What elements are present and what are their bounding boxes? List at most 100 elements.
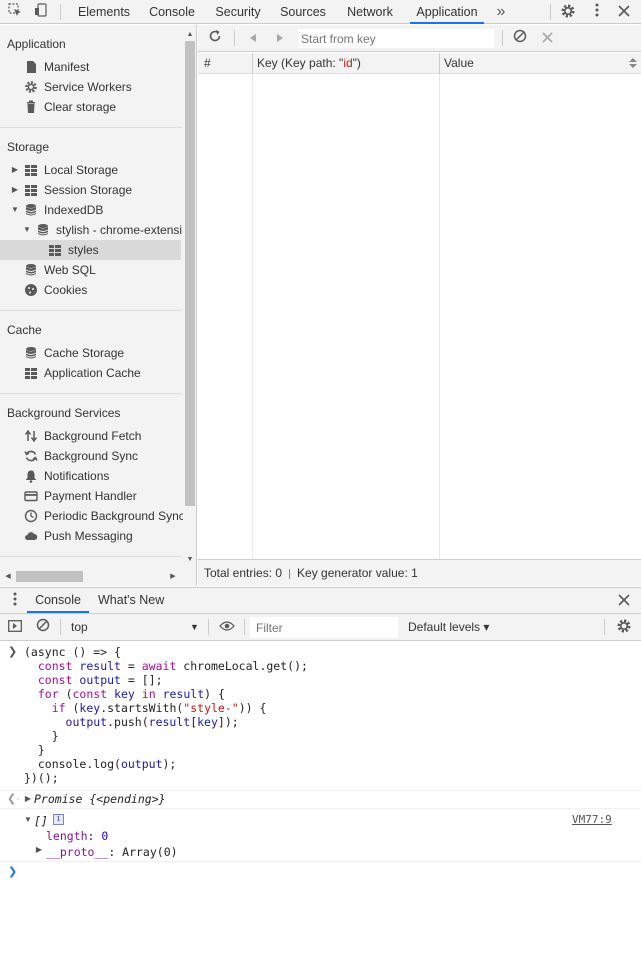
clear-object-store-icon[interactable] xyxy=(511,29,529,47)
sidebar-item-local-storage[interactable]: Local Storage xyxy=(24,160,118,180)
sidebar-item-cache-storage[interactable]: Cache Storage xyxy=(24,343,124,363)
column-divider[interactable] xyxy=(252,53,253,74)
sidebar-item-periodic-background-sync[interactable]: Periodic Background Sync xyxy=(24,506,185,526)
tab-sources[interactable]: Sources xyxy=(274,0,332,24)
code-line: for (const key in result) { xyxy=(37,687,225,701)
sidebar-item-background-sync[interactable]: Background Sync xyxy=(24,446,138,466)
show-sidebar-icon[interactable] xyxy=(6,618,24,636)
sidebar-item-session-storage[interactable]: Session Storage xyxy=(24,180,132,200)
tab-security[interactable]: Security xyxy=(208,0,268,24)
sidebar-vertical-scroll-thumb[interactable] xyxy=(185,41,195,506)
section-divider xyxy=(0,310,182,311)
credit-card-icon xyxy=(24,489,38,503)
sidebar-item-background-fetch[interactable]: Background Fetch xyxy=(24,426,141,446)
close-devtools-icon[interactable] xyxy=(615,3,633,21)
code-line: const result = await chromeLocal.get(); xyxy=(37,659,308,673)
database-icon xyxy=(24,203,38,217)
dropdown-arrow-icon: ▼ xyxy=(190,622,199,632)
refresh-icon[interactable] xyxy=(206,29,224,47)
expand-arrow-icon[interactable]: ▶ xyxy=(11,180,19,200)
data-grid-header: # Key (Key path: "id") Value xyxy=(198,53,641,74)
drawer-tabbar: Console What's New xyxy=(0,587,641,614)
sidebar-item-indexeddb[interactable]: IndexedDB xyxy=(24,200,103,220)
column-header-value[interactable]: Value xyxy=(444,53,474,74)
toolbar-divider xyxy=(502,30,503,46)
scroll-right-arrow-icon[interactable]: ▶ xyxy=(169,567,177,586)
next-page-icon[interactable] xyxy=(271,29,289,47)
grid-table-icon xyxy=(24,183,38,197)
console-output[interactable]: ❯ (async () => { const result = await ch… xyxy=(0,641,641,967)
execution-context-select[interactable]: top ▼ xyxy=(64,617,204,637)
code-line: } xyxy=(37,743,45,757)
inspect-element-icon[interactable] xyxy=(6,3,24,21)
scroll-up-arrow-icon[interactable]: ▲ xyxy=(186,25,194,45)
eye-icon[interactable] xyxy=(218,618,236,636)
sidebar-item-notifications[interactable]: Notifications xyxy=(24,466,109,486)
drawer-menu-icon[interactable] xyxy=(6,592,24,610)
drawer-tab-console[interactable]: Console xyxy=(27,588,89,613)
collapse-arrow-icon[interactable]: ▼ xyxy=(11,200,19,220)
previous-page-icon[interactable] xyxy=(244,29,262,47)
close-drawer-icon[interactable] xyxy=(615,592,633,610)
sidebar-item-styles-store[interactable]: styles xyxy=(0,240,181,260)
sidebar-item-application-cache[interactable]: Application Cache xyxy=(24,363,141,383)
section-divider xyxy=(0,393,182,394)
sort-arrows-icon[interactable] xyxy=(624,55,641,73)
promise-result[interactable]: Promise {<pending>} xyxy=(34,792,166,806)
sync-icon xyxy=(24,449,38,463)
array-proto-property[interactable]: __proto__: Array(0) xyxy=(46,845,178,859)
grid-table-icon xyxy=(24,163,38,177)
settings-gear-icon[interactable] xyxy=(559,3,577,21)
delete-selected-icon[interactable] xyxy=(538,29,556,47)
column-divider[interactable] xyxy=(439,53,440,74)
sidebar-item-clear-storage[interactable]: Clear storage xyxy=(24,97,116,117)
code-line: output.push(result[key]); xyxy=(65,715,239,729)
collapse-arrow-icon[interactable]: ▼ xyxy=(24,810,32,830)
kebab-menu-icon[interactable] xyxy=(588,3,606,21)
info-badge-icon[interactable]: i xyxy=(53,814,64,825)
source-location-link[interactable]: VM77:9 xyxy=(572,813,612,826)
drawer-tab-whats-new[interactable]: What's New xyxy=(98,588,164,613)
tab-elements[interactable]: Elements xyxy=(72,0,136,24)
tab-console[interactable]: Console xyxy=(141,0,203,24)
database-icon xyxy=(24,346,38,360)
more-tabs-icon[interactable]: » xyxy=(492,3,510,21)
console-filter-input[interactable] xyxy=(250,617,398,638)
tab-network[interactable]: Network xyxy=(339,0,401,24)
clear-console-icon[interactable] xyxy=(34,618,52,636)
data-grid-body[interactable] xyxy=(198,74,641,559)
array-length-property: length: 0 xyxy=(46,829,109,843)
sidebar-item-web-sql[interactable]: Web SQL xyxy=(24,260,96,280)
sidebar-item-payment-handler[interactable]: Payment Handler xyxy=(24,486,137,506)
expand-arrow-icon[interactable]: ▶ xyxy=(35,840,43,860)
database-icon xyxy=(24,263,38,277)
sidebar-horizontal-scroll-thumb[interactable] xyxy=(16,571,83,582)
sidebar-item-manifest[interactable]: Manifest xyxy=(24,57,89,77)
device-toolbar-icon[interactable] xyxy=(32,3,50,21)
sidebar-item-database-stylish[interactable]: stylish - chrome-extensi xyxy=(36,220,182,240)
grid-table-icon xyxy=(48,243,62,257)
column-header-index[interactable]: # xyxy=(204,53,211,74)
scroll-down-arrow-icon[interactable]: ▼ xyxy=(186,550,194,570)
sidebar-item-push-messaging[interactable]: Push Messaging xyxy=(24,526,133,546)
scroll-left-arrow-icon[interactable]: ◀ xyxy=(4,567,12,586)
expand-arrow-icon[interactable]: ▶ xyxy=(11,160,19,180)
result-arrow-icon: ❮· xyxy=(7,793,20,805)
message-divider xyxy=(0,808,641,809)
column-header-key[interactable]: Key (Key path: "id") xyxy=(257,53,361,74)
clock-icon xyxy=(24,509,38,523)
tab-application[interactable]: Application xyxy=(410,0,484,24)
cloud-icon xyxy=(24,529,38,543)
code-line: } xyxy=(51,729,59,743)
console-settings-gear-icon[interactable] xyxy=(615,618,633,636)
console-input-prompt-icon[interactable]: ❯ xyxy=(8,865,17,878)
sidebar-item-cookies[interactable]: Cookies xyxy=(24,280,87,300)
collapse-arrow-icon[interactable]: ▼ xyxy=(23,220,31,240)
section-heading-background-services: Background Services xyxy=(7,406,121,420)
cookie-icon xyxy=(24,283,38,297)
sidebar-item-service-workers[interactable]: Service Workers xyxy=(24,77,132,97)
start-from-key-input[interactable] xyxy=(298,29,494,48)
log-levels-dropdown[interactable]: Default levels ▾ xyxy=(408,617,489,637)
array-log-result[interactable]: [] xyxy=(34,814,48,828)
expand-arrow-icon[interactable]: ▶ xyxy=(24,789,32,809)
